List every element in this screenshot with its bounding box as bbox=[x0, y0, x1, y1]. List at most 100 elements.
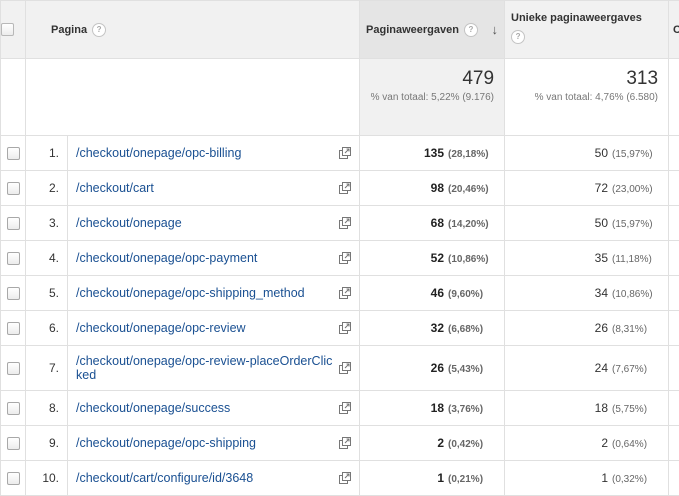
row-index: 4. bbox=[26, 241, 68, 276]
edge-cell bbox=[669, 426, 679, 461]
help-icon[interactable]: ? bbox=[92, 23, 106, 37]
external-link-icon[interactable] bbox=[339, 287, 351, 299]
page-link[interactable]: /checkout/onepage/opc-shipping_method bbox=[76, 286, 305, 300]
edge-cell bbox=[669, 136, 679, 171]
row-select-cell bbox=[1, 426, 26, 461]
row-checkbox[interactable] bbox=[7, 437, 20, 450]
pageviews-percent: (9,60%) bbox=[448, 289, 496, 300]
page-column-header[interactable]: Pagina? bbox=[26, 1, 360, 59]
unique-pageviews-percent: (0,32%) bbox=[612, 474, 660, 485]
page-link[interactable]: /checkout/cart bbox=[76, 181, 154, 195]
sort-descending-icon[interactable]: ↓ bbox=[492, 22, 499, 37]
unique-pageviews-cell: 34(10,86%) bbox=[505, 276, 669, 311]
unique-pageviews-value: 50 bbox=[595, 216, 608, 230]
page-link[interactable]: /checkout/onepage/opc-review bbox=[76, 321, 246, 335]
unique-pageviews-total: 313 bbox=[505, 68, 658, 90]
row-select-cell bbox=[1, 136, 26, 171]
pageviews-column-header[interactable]: Paginaweergaven? ↓ bbox=[360, 1, 505, 59]
edge-cell bbox=[669, 311, 679, 346]
row-index: 9. bbox=[26, 426, 68, 461]
pageviews-value: 135 bbox=[424, 146, 444, 160]
row-index: 7. bbox=[26, 346, 68, 391]
pageviews-total-cell: 479 % van totaal: 5,22% (9.176) bbox=[360, 59, 505, 136]
page-cell: /checkout/onepage/opc-review bbox=[68, 311, 360, 346]
pageviews-percent: (20,46%) bbox=[448, 184, 496, 195]
pageviews-cell: 18 (3,76%) bbox=[360, 391, 505, 426]
help-icon[interactable]: ? bbox=[511, 30, 525, 44]
select-all-checkbox[interactable] bbox=[1, 23, 14, 36]
row-checkbox[interactable] bbox=[7, 147, 20, 160]
page-link[interactable]: /checkout/onepage/opc-billing bbox=[76, 146, 241, 160]
page-link[interactable]: /checkout/onepage/opc-payment bbox=[76, 251, 257, 265]
row-checkbox[interactable] bbox=[7, 402, 20, 415]
unique-pageviews-cell: 1(0,32%) bbox=[505, 461, 669, 496]
external-link-icon[interactable] bbox=[339, 182, 351, 194]
row-index: 2. bbox=[26, 171, 68, 206]
page-link[interactable]: /checkout/onepage/success bbox=[76, 401, 230, 415]
table-row: 10. /checkout/cart/configure/id/3648 1(0… bbox=[1, 461, 679, 496]
table-row: 2. /checkout/cart 98(20,46%) 72(23,00%) bbox=[1, 171, 679, 206]
unique-pageviews-cell: 72(23,00%) bbox=[505, 171, 669, 206]
unique-pageviews-column-header[interactable]: Unieke paginaweergaves ? bbox=[505, 1, 669, 59]
page-link[interactable]: /checkout/cart/configure/id/3648 bbox=[76, 471, 253, 485]
pageviews-total: 479 bbox=[360, 68, 494, 90]
pageviews-cell: 46 (9,60%) bbox=[360, 276, 505, 311]
external-link-icon[interactable] bbox=[339, 437, 351, 449]
unique-pageviews-value: 35 bbox=[595, 251, 608, 265]
table-row: 3. /checkout/onepage 68(14,20%) 50(15,97… bbox=[1, 206, 679, 241]
pageviews-percent: (3,76%) bbox=[448, 404, 496, 415]
unique-pageviews-cell: 18(5,75%) bbox=[505, 391, 669, 426]
next-column-header[interactable]: C bbox=[669, 1, 679, 59]
table-header-row: Pagina? Paginaweergaven? ↓ Unieke pagina… bbox=[1, 1, 679, 59]
row-checkbox[interactable] bbox=[7, 362, 20, 375]
select-all-cell bbox=[1, 1, 26, 59]
unique-pageviews-cell: 24 (7,67%) bbox=[505, 346, 669, 391]
pages-report-table: Pagina? Paginaweergaven? ↓ Unieke pagina… bbox=[0, 0, 679, 496]
row-index: 6. bbox=[26, 311, 68, 346]
external-link-icon[interactable] bbox=[339, 472, 351, 484]
row-checkbox[interactable] bbox=[7, 217, 20, 230]
unique-pageviews-value: 2 bbox=[601, 436, 608, 450]
unique-pageviews-percent: (11,18%) bbox=[612, 254, 660, 265]
unique-pageviews-value: 24 bbox=[595, 361, 608, 375]
help-icon[interactable]: ? bbox=[464, 23, 478, 37]
next-column-label: C bbox=[673, 24, 679, 36]
page-link[interactable]: /checkout/onepage/opc-shipping bbox=[76, 436, 256, 450]
row-checkbox[interactable] bbox=[7, 182, 20, 195]
unique-pageviews-percent: (15,97%) bbox=[612, 219, 660, 230]
external-link-icon[interactable] bbox=[339, 217, 351, 229]
pageviews-value: 26 bbox=[431, 361, 444, 375]
pageviews-cell: 135(28,18%) bbox=[360, 136, 505, 171]
unique-pageviews-percent: (23,00%) bbox=[612, 184, 660, 195]
row-select-cell bbox=[1, 461, 26, 496]
external-link-icon[interactable] bbox=[339, 402, 351, 414]
edge-cell bbox=[669, 171, 679, 206]
page-link[interactable]: /checkout/onepage/opc-review-placeOrderC… bbox=[76, 354, 332, 382]
page-cell: /checkout/cart/configure/id/3648 bbox=[68, 461, 360, 496]
pageviews-column-label: Paginaweergaven bbox=[366, 23, 459, 35]
pageviews-cell: 2(0,42%) bbox=[360, 426, 505, 461]
external-link-icon[interactable] bbox=[339, 362, 351, 374]
pageviews-percent: (0,42%) bbox=[448, 439, 496, 450]
unique-pageviews-percent: (5,75%) bbox=[612, 404, 660, 415]
row-checkbox[interactable] bbox=[7, 252, 20, 265]
row-index: 10. bbox=[26, 461, 68, 496]
row-index: 3. bbox=[26, 206, 68, 241]
unique-pageviews-cell: 2(0,64%) bbox=[505, 426, 669, 461]
unique-pageviews-percent: (7,67%) bbox=[612, 364, 660, 375]
row-checkbox[interactable] bbox=[7, 287, 20, 300]
page-cell: /checkout/onepage/opc-shipping_method bbox=[68, 276, 360, 311]
page-cell: /checkout/onepage bbox=[68, 206, 360, 241]
pageviews-value: 18 bbox=[431, 401, 444, 415]
external-link-icon[interactable] bbox=[339, 252, 351, 264]
edge-cell bbox=[669, 391, 679, 426]
external-link-icon[interactable] bbox=[339, 322, 351, 334]
table-row: 5. /checkout/onepage/opc-shipping_method… bbox=[1, 276, 679, 311]
row-checkbox[interactable] bbox=[7, 472, 20, 485]
external-link-icon[interactable] bbox=[339, 147, 351, 159]
page-link[interactable]: /checkout/onepage bbox=[76, 216, 182, 230]
page-cell: /checkout/onepage/opc-review-placeOrderC… bbox=[68, 346, 360, 391]
row-checkbox[interactable] bbox=[7, 322, 20, 335]
unique-pageviews-cell: 50(15,97%) bbox=[505, 136, 669, 171]
pageviews-value: 46 bbox=[431, 286, 444, 300]
